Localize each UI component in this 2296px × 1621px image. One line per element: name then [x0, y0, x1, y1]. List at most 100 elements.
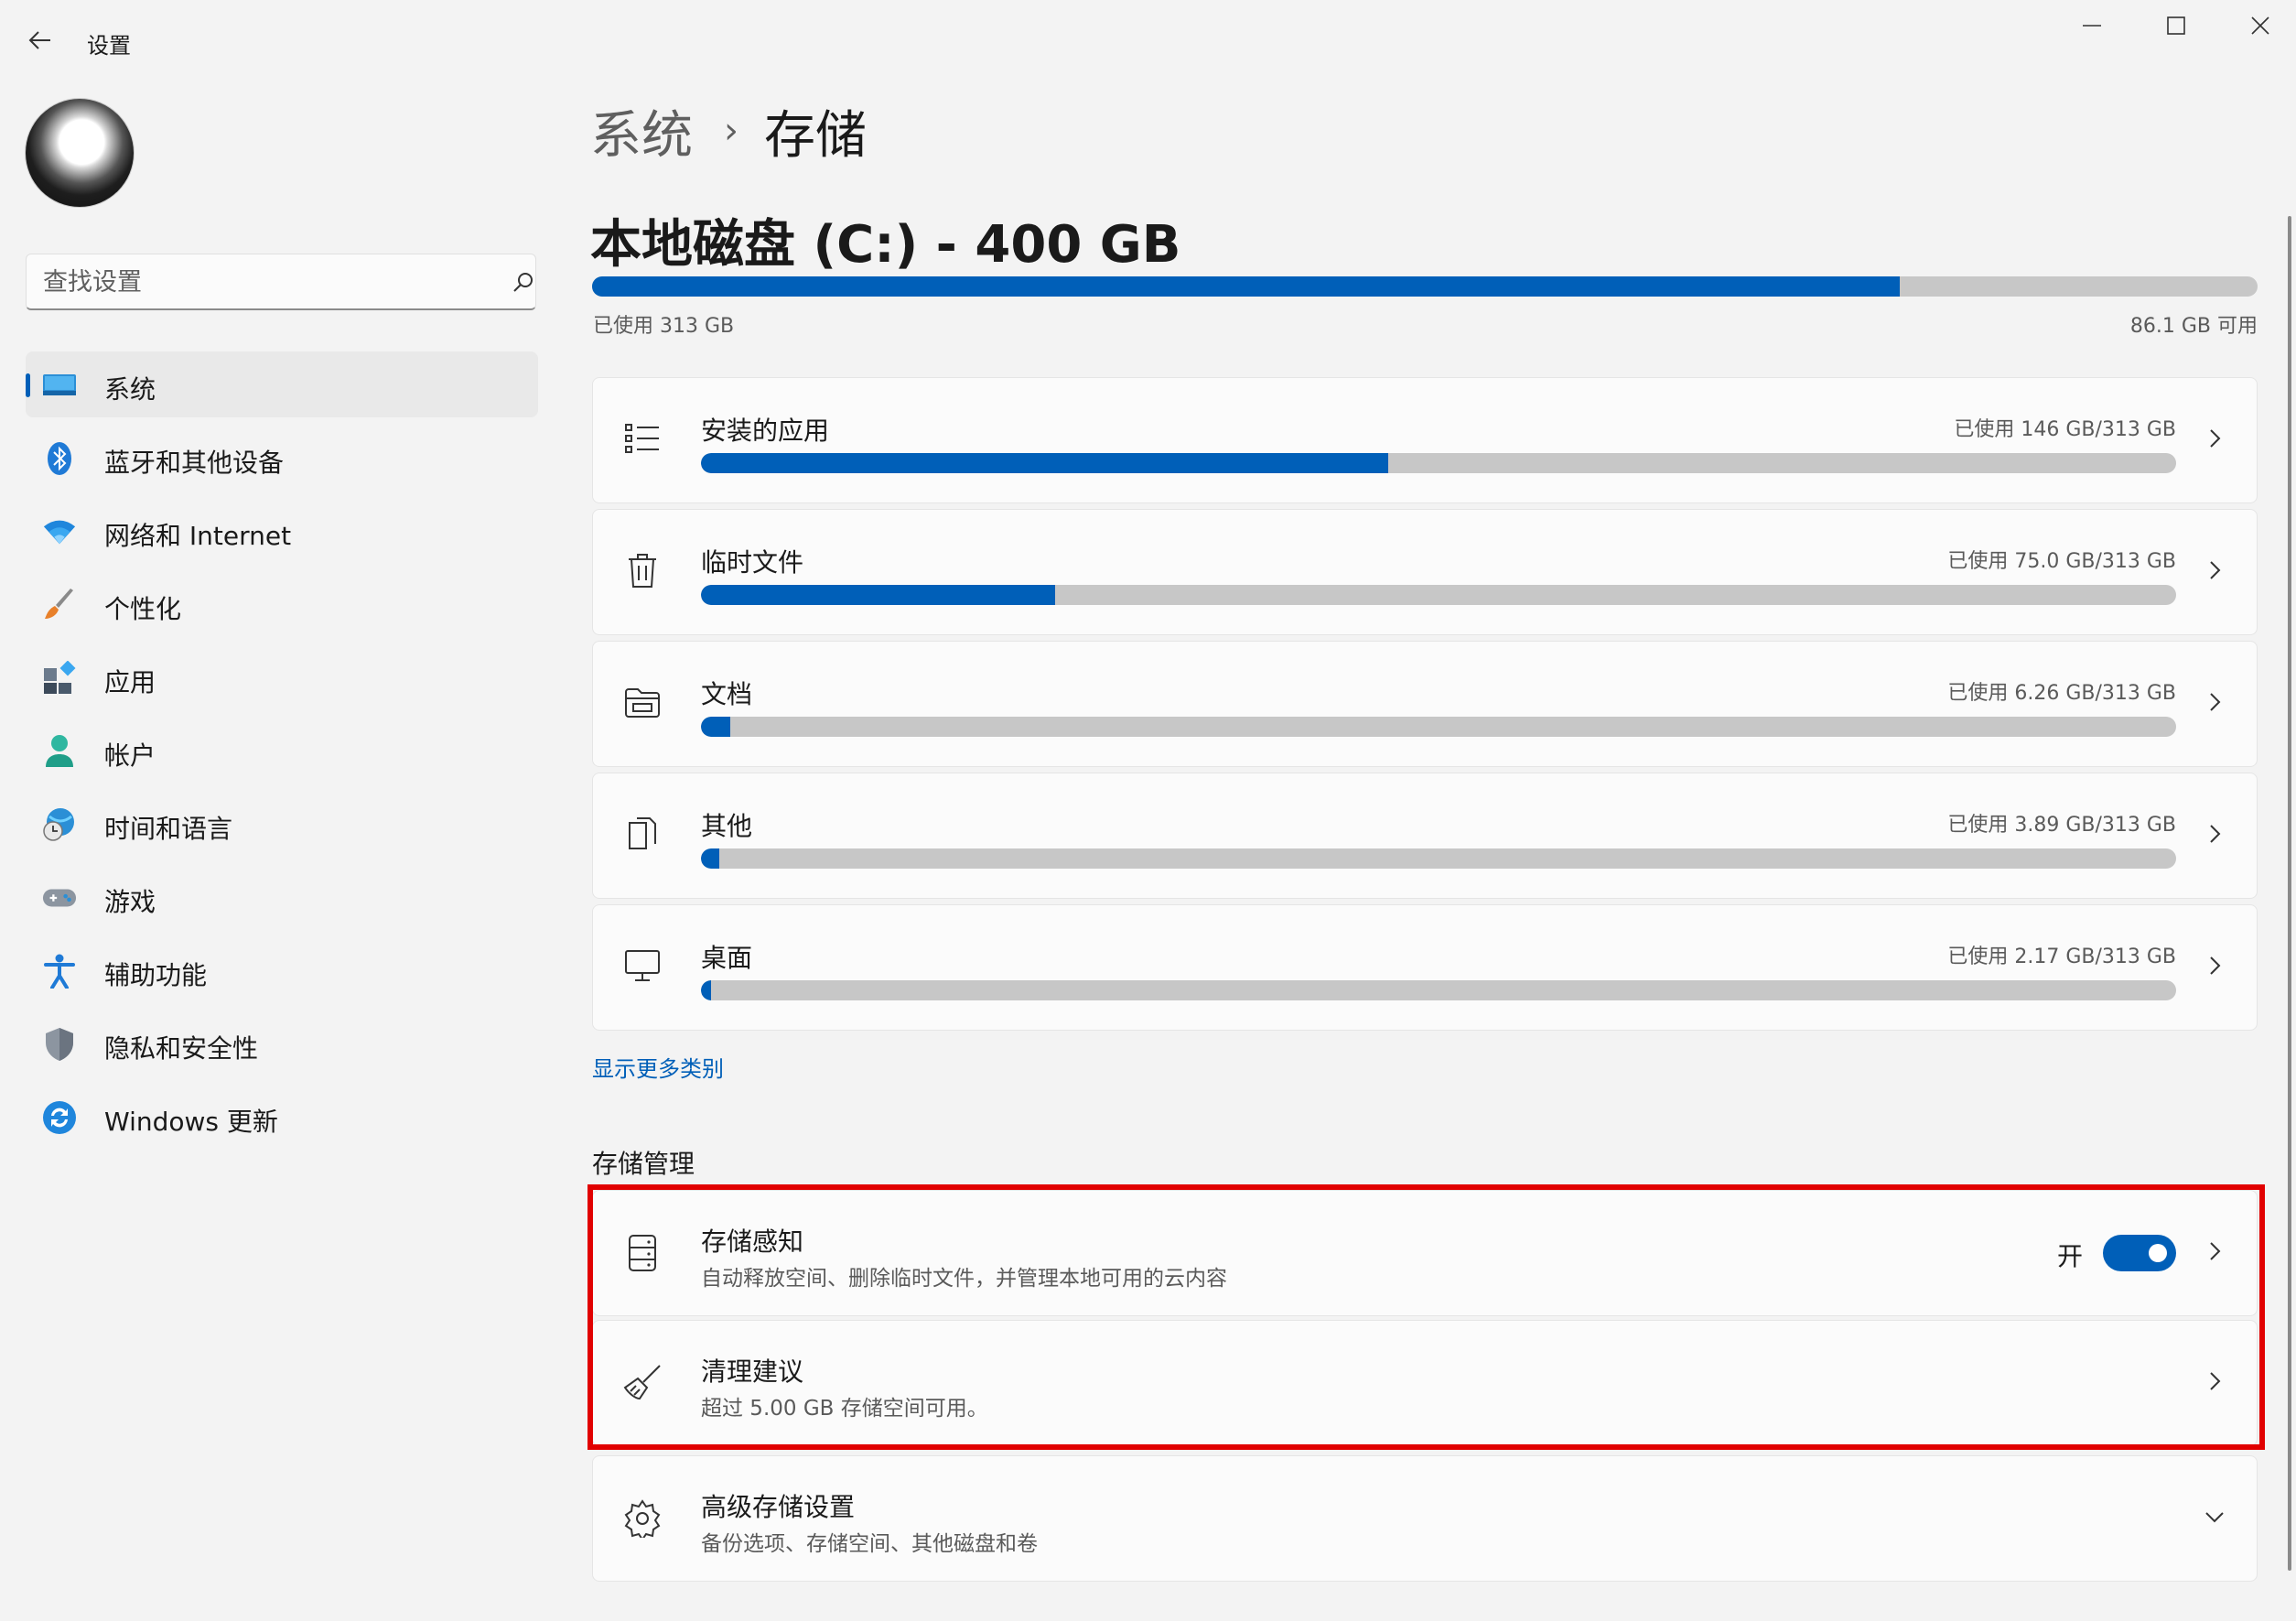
bluetooth-icon [42, 441, 77, 476]
category-bar-fill [701, 848, 719, 869]
category-bar [701, 980, 2176, 1000]
sidebar-item-label: Windows 更新 [104, 1107, 278, 1137]
broom-icon [622, 1363, 663, 1403]
list-icon [622, 418, 663, 459]
search-box[interactable] [26, 254, 536, 310]
chevron-right-icon [2202, 1238, 2227, 1264]
toggle-state-label: 开 [2056, 1241, 2083, 1271]
category-label: 临时文件 [701, 547, 804, 578]
trash-icon [622, 550, 663, 590]
sidebar-item-label: 时间和语言 [104, 814, 233, 844]
cleanup-recommendations-desc: 超过 5.00 GB 存储空间可用。 [701, 1397, 988, 1421]
sidebar-item-accounts[interactable]: 帐户 [26, 718, 538, 783]
page-title: 存储 [764, 105, 867, 166]
category-bar-fill [701, 453, 1389, 473]
sidebar-item-gaming[interactable]: 游戏 [26, 864, 538, 930]
chevron-right-icon [2202, 557, 2227, 583]
category-other[interactable]: 其他 已使用 3.89 GB/313 GB [592, 773, 2258, 899]
sidebar-item-apps[interactable]: 应用 [26, 644, 538, 710]
wifi-icon [42, 514, 77, 549]
minimize-icon [2083, 25, 2101, 27]
category-label: 安装的应用 [701, 416, 830, 446]
category-label: 其他 [701, 811, 753, 841]
title-bar: 设置 [0, 0, 2296, 73]
sidebar-item-personalization[interactable]: 个性化 [26, 571, 538, 637]
sidebar-item-network[interactable]: 网络和 Internet [26, 498, 538, 564]
search-icon[interactable] [512, 271, 535, 295]
sidebar-item-windows-update[interactable]: Windows 更新 [26, 1084, 538, 1150]
category-desktop[interactable]: 桌面 已使用 2.17 GB/313 GB [592, 904, 2258, 1031]
file-copy-icon [622, 814, 663, 854]
chevron-right-icon [2202, 953, 2227, 978]
monitor-icon [622, 946, 663, 986]
category-bar-fill [701, 585, 1055, 605]
storage-drive-icon [622, 1233, 663, 1273]
advanced-storage-settings-item[interactable]: 高级存储设置 备份选项、存储空间、其他磁盘和卷 [592, 1455, 2258, 1582]
category-usage: 已使用 3.89 GB/313 GB [1947, 814, 2176, 837]
category-documents[interactable]: 文档 已使用 6.26 GB/313 GB [592, 641, 2258, 767]
category-temp-files[interactable]: 临时文件 已使用 75.0 GB/313 GB [592, 509, 2258, 635]
storage-sense-toggle[interactable] [2103, 1235, 2176, 1271]
sidebar-item-label: 蓝牙和其他设备 [104, 448, 285, 478]
category-bar-fill [701, 717, 731, 737]
sidebar-nav: 系统 蓝牙和其他设备 网络和 Internet 个性化 应用 帐户 时间和语言 … [26, 351, 538, 1157]
category-installed-apps[interactable]: 安装的应用 已使用 146 GB/313 GB [592, 377, 2258, 503]
breadcrumb: 系统 › 存储 [590, 99, 867, 166]
globe-clock-icon [42, 807, 77, 842]
sidebar-item-label: 辅助功能 [104, 960, 208, 990]
show-more-categories-link[interactable]: 显示更多类别 [592, 1051, 724, 1083]
search-input[interactable] [43, 265, 482, 298]
sidebar-item-label: 个性化 [104, 594, 182, 624]
storage-sense-title: 存储感知 [701, 1227, 804, 1257]
storage-management-heading: 存储管理 [592, 1149, 695, 1179]
apps-icon [42, 661, 77, 696]
minimize-button[interactable] [2050, 0, 2134, 51]
cleanup-recommendations-title: 清理建议 [701, 1356, 804, 1387]
chevron-right-icon [2202, 426, 2227, 451]
sidebar-item-label: 隐私和安全性 [104, 1033, 259, 1064]
paintbrush-icon [42, 588, 77, 622]
disk-free-label: 86.1 GB 可用 [2129, 315, 2258, 338]
category-usage: 已使用 6.26 GB/313 GB [1947, 682, 2176, 705]
folder-icon [622, 682, 663, 722]
sidebar-item-bluetooth[interactable]: 蓝牙和其他设备 [26, 425, 538, 491]
system-display-icon [42, 368, 77, 403]
cleanup-recommendations-item[interactable]: 清理建议 超过 5.00 GB 存储空间可用。 [592, 1320, 2258, 1446]
disk-title: 本地磁盘 (C:) - 400 GB [590, 215, 1181, 275]
sidebar-item-accessibility[interactable]: 辅助功能 [26, 937, 538, 1003]
sidebar-item-privacy[interactable]: 隐私和安全性 [26, 1010, 538, 1076]
chevron-right-icon [2202, 689, 2227, 715]
arrow-left-icon [28, 31, 50, 49]
close-button[interactable] [2218, 0, 2296, 51]
storage-category-list: 安装的应用 已使用 146 GB/313 GB 临时文件 已使用 75.0 GB… [592, 377, 2258, 1036]
maximize-icon [2167, 16, 2185, 35]
accessibility-icon [42, 954, 77, 989]
maximize-button[interactable] [2134, 0, 2218, 51]
chevron-down-icon[interactable] [2202, 1504, 2227, 1529]
category-bar [701, 717, 2176, 737]
sidebar-item-label: 系统 [104, 374, 156, 405]
breadcrumb-parent[interactable]: 系统 [590, 94, 693, 168]
advanced-storage-settings-desc: 备份选项、存储空间、其他磁盘和卷 [701, 1532, 1038, 1556]
sidebar-item-label: 帐户 [104, 740, 156, 771]
sidebar-item-system[interactable]: 系统 [26, 351, 538, 417]
category-usage: 已使用 146 GB/313 GB [1954, 418, 2176, 441]
category-usage: 已使用 2.17 GB/313 GB [1947, 946, 2176, 968]
gear-icon [622, 1498, 663, 1539]
chevron-right-icon [2202, 1368, 2227, 1394]
update-icon [42, 1100, 77, 1135]
chevron-right-icon [2202, 821, 2227, 847]
breadcrumb-separator: › [724, 110, 738, 152]
sidebar-item-time-language[interactable]: 时间和语言 [26, 791, 538, 857]
sidebar-item-label: 游戏 [104, 887, 156, 917]
disk-usage-bar [592, 276, 2258, 297]
close-icon [2251, 16, 2269, 35]
sidebar-item-label: 网络和 Internet [104, 521, 292, 551]
advanced-storage-settings-title: 高级存储设置 [701, 1492, 856, 1522]
category-label: 文档 [701, 679, 753, 709]
storage-sense-item[interactable]: 存储感知 自动释放空间、删除临时文件，并管理本地可用的云内容 开 [592, 1190, 2258, 1316]
avatar[interactable] [26, 99, 134, 207]
scrollbar[interactable] [2288, 216, 2291, 1571]
category-bar-fill [701, 980, 712, 1000]
back-button[interactable] [20, 20, 60, 60]
